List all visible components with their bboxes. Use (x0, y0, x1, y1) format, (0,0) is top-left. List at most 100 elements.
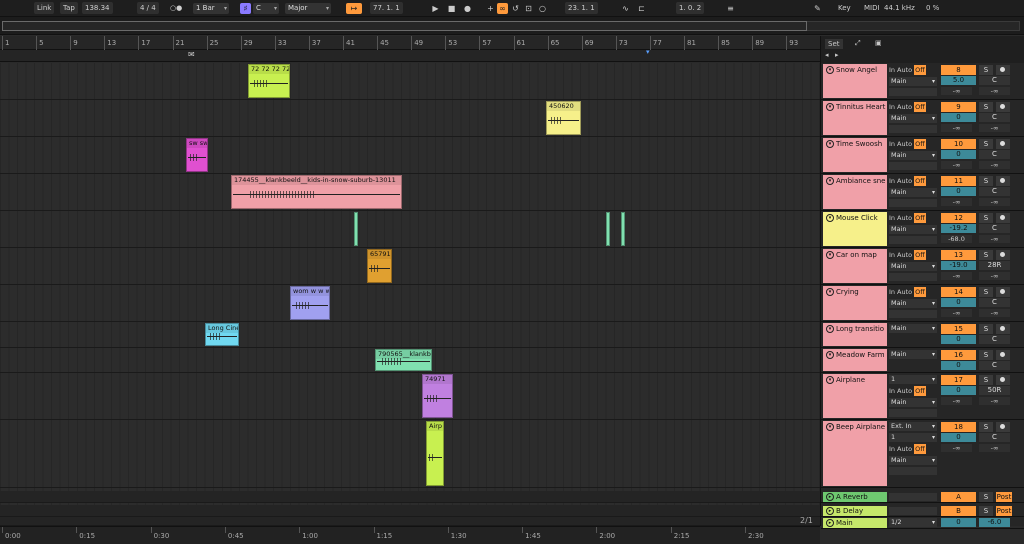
record-icon[interactable]: ● (462, 3, 473, 14)
track-activator[interactable]: 12 (941, 213, 976, 223)
send-a-field[interactable]: -∞ (941, 161, 972, 169)
arm-button[interactable] (996, 422, 1010, 432)
output-channel[interactable] (889, 273, 937, 281)
main-route-select[interactable]: 1/2 (889, 518, 937, 527)
pan-field[interactable]: 50R (979, 386, 1010, 395)
link-button[interactable]: Link (34, 2, 55, 14)
pencil-icon[interactable]: ✎ (812, 3, 823, 14)
return-lane[interactable] (0, 491, 820, 503)
monitor-off-button[interactable]: Off (914, 102, 926, 112)
loop-switch-icon[interactable]: ⊏ (636, 3, 647, 14)
return-name-box[interactable]: ▸ Main (823, 518, 887, 528)
overview-window[interactable] (2, 21, 807, 31)
stop-icon[interactable]: ■ (446, 3, 457, 14)
pan-field[interactable]: C (979, 298, 1010, 307)
track-name-box[interactable]: ▾ Time Swoosh (823, 138, 887, 172)
lock-icon[interactable]: ▣ (875, 39, 882, 47)
arm-button[interactable] (996, 213, 1010, 223)
pan-field[interactable]: C (979, 150, 1010, 159)
arm-button[interactable] (996, 250, 1010, 260)
track-header[interactable]: ▾CryingInAutoOffMain14S0C-∞-∞ (821, 285, 1024, 322)
return-lane[interactable] (0, 517, 820, 526)
scroll-right-icon[interactable]: ▸ (835, 51, 839, 59)
arm-button[interactable] (996, 139, 1010, 149)
play-icon[interactable]: ▶ (430, 3, 441, 14)
volume-field[interactable]: 0 (941, 187, 976, 196)
audio-clip[interactable]: 72 72 72 72 (248, 64, 290, 98)
volume-field[interactable]: 0 (941, 150, 976, 159)
beat-ruler[interactable]: 1 5 9 13 17 21 25 29 33 37 41 45 49 53 57 61 65 69 73 77 81 8… (0, 36, 820, 50)
follow-icon[interactable]: ↦ (346, 3, 362, 14)
monitor-auto-button[interactable]: Auto (897, 444, 912, 454)
audio-clip[interactable]: 174455__klankbeeld__kids-in-snow-suburb-… (231, 175, 402, 209)
track-lane[interactable] (0, 174, 820, 211)
pan-field[interactable]: C (979, 361, 1010, 370)
return-output[interactable] (889, 507, 937, 515)
track-lane[interactable] (0, 63, 820, 100)
fold-icon[interactable]: ▾ (826, 140, 834, 148)
send-b-field[interactable]: -∞ (979, 397, 1010, 405)
solo-button[interactable]: S (979, 176, 993, 186)
output-route-select[interactable]: Main (889, 398, 937, 407)
arm-button[interactable] (996, 176, 1010, 186)
volume-field[interactable]: 0 (941, 433, 976, 442)
post-button[interactable]: Post (996, 492, 1012, 502)
output-route-select[interactable]: Main (889, 151, 937, 160)
send-a-field[interactable]: -∞ (941, 272, 972, 280)
key-map-button[interactable]: Key (838, 2, 851, 14)
solo-button[interactable]: S (979, 324, 993, 334)
output-channel[interactable] (889, 409, 937, 417)
post-button[interactable]: Post (996, 506, 1012, 516)
main-level-field[interactable]: -6.0 (979, 518, 1010, 527)
return-activator[interactable]: A (941, 492, 976, 502)
fold-icon[interactable]: ▾ (826, 423, 834, 431)
send-a-field[interactable]: -∞ (941, 198, 972, 206)
monitor-in-button[interactable]: In (889, 386, 895, 396)
return-name-box[interactable]: ▸ A Reverb (823, 492, 887, 502)
arm-button[interactable] (996, 324, 1010, 334)
track-activator[interactable]: 16 (941, 350, 976, 360)
session-record-icon[interactable]: ○ (537, 3, 548, 14)
track-activator[interactable]: 14 (941, 287, 976, 297)
fold-icon[interactable]: ▾ (826, 103, 834, 111)
monitor-in-button[interactable]: In (889, 213, 895, 223)
fold-icon[interactable]: ▾ (826, 251, 834, 259)
pan-field[interactable]: C (979, 433, 1010, 442)
send-a-field[interactable]: -∞ (941, 124, 972, 132)
solo-button[interactable]: S (979, 213, 993, 223)
output-route-select[interactable]: Main (889, 324, 937, 333)
fold-icon[interactable]: ▸ (826, 519, 834, 527)
track-header[interactable]: ▾Beep AirplaneExt. In 1 InAutoOff Main 18S0C… (821, 420, 1024, 488)
track-lane[interactable] (0, 137, 820, 174)
send-b-field[interactable]: -∞ (979, 235, 1010, 243)
scroll-left-icon[interactable]: ◂ (825, 51, 829, 59)
main-volume-field[interactable]: 0 (941, 518, 976, 527)
track-header[interactable]: ▾Mouse ClickInAutoOffMain12S-19.2C-68.0-… (821, 211, 1024, 248)
arm-button[interactable] (996, 102, 1010, 112)
volume-field[interactable]: 5.0 (941, 76, 976, 85)
monitor-off-button[interactable]: Off (914, 250, 926, 260)
overdub-icon[interactable]: + (485, 3, 496, 14)
send-a-field[interactable]: -∞ (941, 87, 972, 95)
solo-button[interactable]: S (979, 350, 993, 360)
monitor-auto-button[interactable]: Auto (897, 386, 912, 396)
track-header[interactable]: ▾Meadow FarmMain16S0C (821, 348, 1024, 373)
fold-icon[interactable]: ▸ (826, 493, 834, 501)
loop-length-field[interactable]: 1. 0. 2 (676, 2, 705, 14)
loop-brace-lane[interactable]: ✉ ▾ (0, 48, 820, 62)
send-b-field[interactable]: -∞ (979, 87, 1010, 95)
midi-map-button[interactable]: MIDI (864, 2, 880, 14)
fold-icon[interactable]: ▾ (826, 288, 834, 296)
arm-button[interactable] (996, 375, 1010, 385)
output-channel[interactable] (889, 88, 937, 96)
fold-icon[interactable]: ▾ (826, 214, 834, 222)
output-channel[interactable] (889, 199, 937, 207)
fold-icon[interactable]: ▸ (826, 507, 834, 515)
track-activator[interactable]: 17 (941, 375, 976, 385)
monitor-off-button[interactable]: Off (914, 213, 926, 223)
send-b-field[interactable]: -∞ (979, 198, 1010, 206)
monitor-in-button[interactable]: In (889, 176, 895, 186)
track-name-box[interactable]: ▾ Car on map (823, 249, 887, 283)
output-channel[interactable] (889, 236, 937, 244)
monitor-in-button[interactable]: In (889, 102, 895, 112)
